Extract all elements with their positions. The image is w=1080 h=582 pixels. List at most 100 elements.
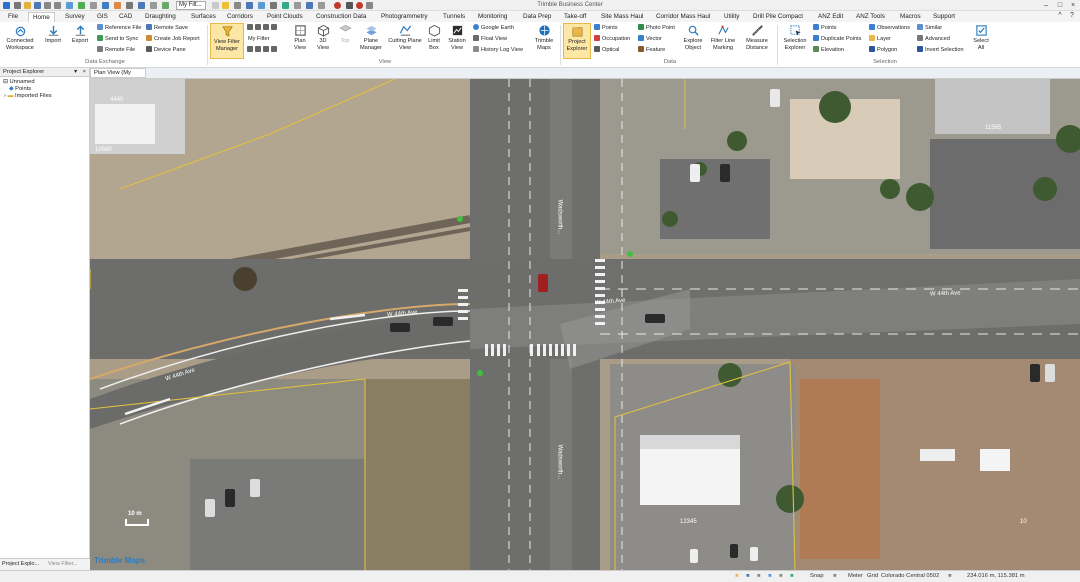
- import-icon[interactable]: [66, 2, 73, 9]
- undo-icon[interactable]: [44, 2, 51, 9]
- plan-view-canvas[interactable]: W 44th Ave W 44th Ave W 44th Ave W 44th …: [90, 79, 1080, 570]
- zoom-tools[interactable]: [247, 24, 279, 32]
- coordinate-system[interactable]: Colorado Central 0502: [881, 571, 939, 582]
- cutting-plane-view-button[interactable]: Cutting Plane View: [388, 24, 422, 51]
- settings-icon[interactable]: ■: [833, 571, 837, 582]
- float-view-button[interactable]: Float View: [473, 35, 507, 43]
- close-icon[interactable]: ×: [83, 68, 86, 77]
- layer-icon[interactable]: [270, 2, 277, 9]
- tab-home[interactable]: Home: [28, 12, 55, 22]
- duplicate-points-button[interactable]: Duplicate Points: [813, 35, 861, 43]
- select-all-button[interactable]: Select All: [970, 24, 992, 51]
- history-log-view-button[interactable]: History Log View: [473, 46, 523, 54]
- help-icon[interactable]: ?: [1066, 11, 1078, 20]
- tab-tunnels[interactable]: Tunnels: [439, 12, 469, 22]
- occupation-button[interactable]: Occupation: [594, 35, 630, 43]
- dropdown-icon[interactable]: [212, 2, 219, 9]
- tab-anz-tools[interactable]: ANZ Tools: [852, 12, 889, 22]
- units-label[interactable]: Meter: [848, 571, 863, 582]
- invert-selection-button[interactable]: Invert Selection: [917, 46, 964, 54]
- remote-save-button[interactable]: Remote Save: [146, 24, 188, 32]
- new-icon[interactable]: [14, 2, 21, 9]
- close-icon[interactable]: ×: [1067, 1, 1079, 10]
- points-button[interactable]: Points: [594, 24, 618, 32]
- tab-gis[interactable]: GIS: [93, 12, 112, 22]
- 3d-view-button[interactable]: 3D View: [313, 24, 333, 51]
- elevation-button[interactable]: Elevation: [813, 46, 844, 54]
- tab-survey[interactable]: Survey: [61, 12, 89, 22]
- import-button[interactable]: Import: [41, 24, 65, 45]
- device-pane-button[interactable]: Device Pane: [146, 46, 186, 54]
- tab-construction-data[interactable]: Construction Data: [312, 12, 370, 22]
- tab-view-filter[interactable]: View Filter...: [48, 561, 78, 567]
- polygon-button[interactable]: Polygon: [869, 46, 897, 54]
- expand-icon[interactable]: ⊟: [3, 79, 8, 85]
- observations-button[interactable]: Observations: [869, 24, 910, 32]
- measure-icon[interactable]: [114, 2, 121, 9]
- station-view-button[interactable]: Station View: [446, 24, 468, 51]
- tree-item-imported-files[interactable]: › ▬ Imported Files: [0, 93, 89, 100]
- refresh-icon[interactable]: [271, 46, 277, 52]
- view-filter-manager-button[interactable]: View Filter Manager: [210, 23, 244, 59]
- orbit-icon[interactable]: [263, 46, 269, 52]
- rotate-icon[interactable]: [246, 2, 253, 9]
- tab-anz-edit[interactable]: ANZ Edit: [814, 12, 847, 22]
- select-points-button[interactable]: Points: [813, 24, 837, 32]
- rotate-icon[interactable]: [255, 46, 261, 52]
- point-icon[interactable]: ■: [790, 571, 794, 582]
- select-icon[interactable]: [78, 2, 85, 9]
- connected-workspace-button[interactable]: Connected Workspace: [3, 24, 37, 51]
- trimble-maps-button[interactable]: Trimble Maps: [531, 24, 557, 51]
- stop-icon[interactable]: [346, 2, 353, 9]
- chevron-up-icon[interactable]: ^: [1054, 11, 1066, 20]
- grid-label[interactable]: Grid: [867, 571, 878, 582]
- reference-file-button[interactable]: Reference File: [97, 24, 141, 32]
- layers-icon[interactable]: [138, 2, 145, 9]
- tab-monitoring[interactable]: Monitoring: [474, 12, 511, 22]
- close-circle-icon[interactable]: [356, 2, 363, 9]
- tree-item-project[interactable]: ⊟ Unnamed: [0, 79, 89, 86]
- filter-line-marking-button[interactable]: Filter Line Marking: [708, 24, 738, 51]
- cursor-icon[interactable]: [234, 2, 241, 9]
- copy-icon[interactable]: [294, 2, 301, 9]
- tab-utility[interactable]: Utility: [720, 12, 743, 22]
- osnap-icon[interactable]: ■: [768, 571, 772, 582]
- record-icon[interactable]: [334, 2, 341, 9]
- zoom-out-icon[interactable]: [255, 24, 261, 30]
- tab-site-mass-haul[interactable]: Site Mass Haul: [597, 12, 647, 22]
- remote-file-button[interactable]: Remote File: [97, 46, 135, 54]
- refresh-icon[interactable]: [162, 2, 169, 9]
- tab-corridors[interactable]: Corridors: [223, 12, 257, 22]
- selection-explorer-button[interactable]: Selection Explorer: [780, 24, 810, 51]
- layer-button[interactable]: Layer: [869, 35, 891, 43]
- grid-icon[interactable]: ■: [746, 571, 750, 582]
- redo-icon[interactable]: [54, 2, 61, 9]
- zoom-icon[interactable]: [90, 2, 97, 9]
- expand-icon[interactable]: ›: [4, 93, 6, 99]
- plane-manager-button[interactable]: Plane Manager: [357, 24, 385, 51]
- pan-icon[interactable]: [247, 46, 253, 52]
- tab-data-prep[interactable]: Data Prep: [519, 12, 555, 22]
- tab-plan-view[interactable]: Plan View (My Filter): [90, 68, 146, 85]
- grid-icon[interactable]: [126, 2, 133, 9]
- photo-point-button[interactable]: Photo Point: [638, 24, 675, 32]
- view-icon[interactable]: [306, 2, 313, 9]
- tab-support[interactable]: Support: [929, 12, 959, 22]
- tab-corridor-mass-haul[interactable]: Corridor Mass Haul: [652, 12, 714, 22]
- tab-surfaces[interactable]: Surfaces: [187, 12, 220, 22]
- filter-dropdown[interactable]: My Filt...: [176, 1, 206, 10]
- more-icon[interactable]: [366, 2, 373, 9]
- tab-point-clouds[interactable]: Point Clouds: [263, 12, 307, 22]
- lock-icon[interactable]: ■: [735, 571, 739, 582]
- maximize-icon[interactable]: □: [1054, 1, 1066, 10]
- tab-cad[interactable]: CAD: [115, 12, 136, 22]
- optical-button[interactable]: Optical: [594, 46, 619, 54]
- tab-draughting[interactable]: Draughting: [141, 12, 180, 22]
- zoom-extents-icon[interactable]: [263, 24, 269, 30]
- ortho-icon[interactable]: ■: [757, 571, 761, 582]
- project-explorer-button[interactable]: Project Explorer: [563, 23, 591, 59]
- save-icon[interactable]: [34, 2, 41, 9]
- limit-box-button[interactable]: Limit Box: [425, 24, 443, 51]
- pan-icon[interactable]: [102, 2, 109, 9]
- similar-button[interactable]: Similar: [917, 24, 942, 32]
